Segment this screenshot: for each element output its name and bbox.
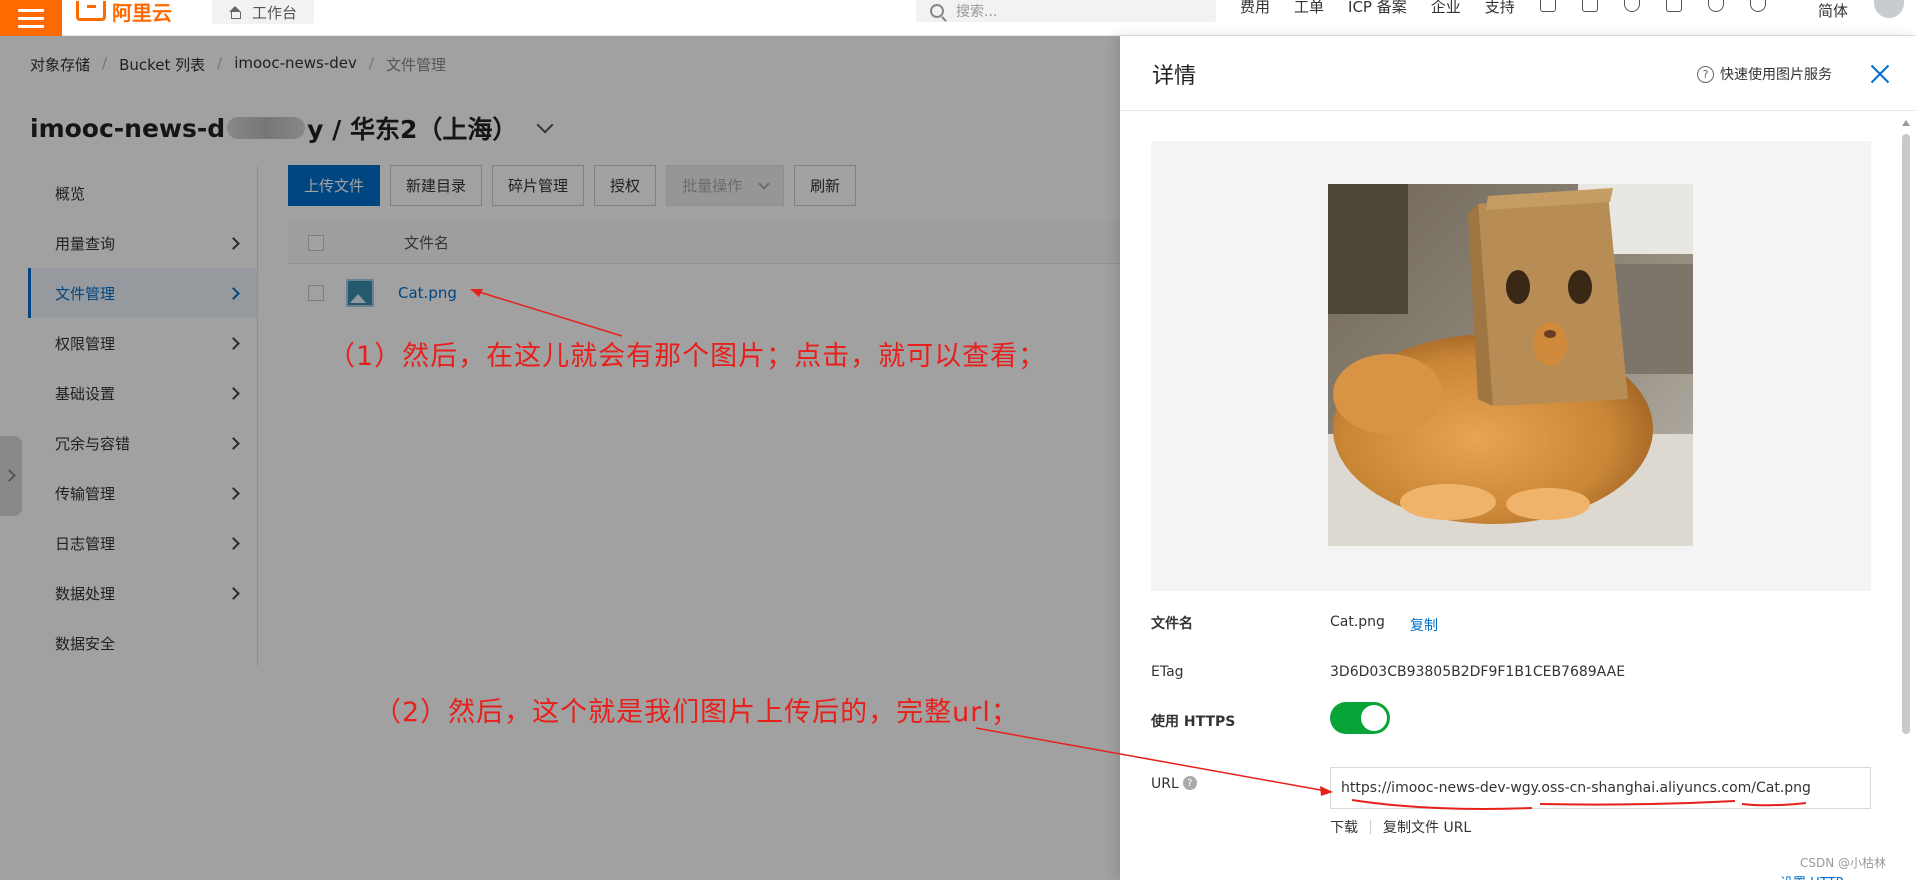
search-input[interactable]: 搜索... bbox=[916, 0, 1216, 22]
quick-image-service-link[interactable]: ? 快速使用图片服务 bbox=[1697, 64, 1832, 84]
filename-label: 文件名 bbox=[1151, 616, 1193, 632]
divider bbox=[1370, 820, 1371, 834]
top-nav-icp[interactable]: ICP 备案 bbox=[1348, 0, 1407, 15]
top-nav-billing[interactable]: 费用 bbox=[1240, 0, 1270, 15]
help-icon[interactable]: ? bbox=[1182, 776, 1197, 790]
bottom-link[interactable]: 设置 HTTP... bbox=[1780, 872, 1854, 880]
scroll-up-icon[interactable] bbox=[1902, 120, 1910, 126]
scrollbar-thumb[interactable] bbox=[1902, 134, 1910, 734]
top-icons bbox=[1540, 0, 1766, 12]
modal-overlay[interactable] bbox=[0, 36, 1120, 880]
copy-filename-link[interactable]: 复制 bbox=[1410, 615, 1438, 635]
bell-icon[interactable] bbox=[1624, 0, 1640, 12]
aliyun-logo[interactable]: 阿里云 bbox=[76, 0, 172, 25]
panel-header: 详情 ? 快速使用图片服务 bbox=[1120, 36, 1916, 111]
aliyun-logo-icon bbox=[76, 1, 106, 21]
top-nav-tickets[interactable]: 工单 bbox=[1294, 0, 1324, 15]
https-toggle[interactable] bbox=[1330, 702, 1390, 734]
annotation-note-2: （2）然后，这个就是我们图片上传后的，完整url； bbox=[374, 697, 1019, 728]
language-switch[interactable]: 简体 bbox=[1818, 0, 1848, 21]
quick-link-label: 快速使用图片服务 bbox=[1720, 67, 1832, 83]
etag-label: ETag bbox=[1151, 664, 1184, 680]
help-icon[interactable] bbox=[1750, 0, 1766, 12]
csdn-watermark: CSDN @小枯林 bbox=[1800, 856, 1887, 870]
hamburger-menu-icon[interactable] bbox=[0, 0, 62, 36]
top-nav-enterprise[interactable]: 企业 bbox=[1431, 0, 1461, 15]
workbench-label: 工作台 bbox=[252, 3, 298, 22]
download-link[interactable]: 下载 bbox=[1330, 817, 1358, 837]
detail-panel: 详情 ? 快速使用图片服务 文件名 Cat.png 复制 ETag 3D6D03… bbox=[1120, 36, 1916, 880]
avatar[interactable] bbox=[1874, 0, 1904, 18]
search-placeholder: 搜索... bbox=[956, 4, 998, 20]
top-nav-support[interactable]: 支持 bbox=[1485, 0, 1515, 15]
url-label: URL? bbox=[1151, 776, 1197, 792]
logo-text: 阿里云 bbox=[112, 0, 172, 25]
search-icon bbox=[930, 4, 944, 18]
lightbulb-icon[interactable] bbox=[1708, 0, 1724, 12]
top-nav: 费用 工单 ICP 备案 企业 支持 bbox=[1240, 0, 1515, 14]
annotation-note-1: （1）然后，在这儿就会有那个图片；点击，就可以查看； bbox=[328, 341, 1047, 372]
cart-icon[interactable] bbox=[1666, 0, 1682, 12]
image-preview bbox=[1151, 141, 1871, 591]
top-bar: 阿里云 工作台 搜索... 费用 工单 ICP 备案 企业 支持 简体 bbox=[0, 0, 1916, 36]
filename-value: Cat.png bbox=[1330, 614, 1385, 630]
url-label-text: URL bbox=[1151, 776, 1179, 792]
workbench-button[interactable]: 工作台 bbox=[212, 0, 314, 24]
question-icon: ? bbox=[1697, 65, 1714, 83]
home-icon bbox=[228, 6, 242, 19]
https-label: 使用 HTTPS bbox=[1151, 714, 1236, 730]
terminal-icon[interactable] bbox=[1582, 0, 1598, 12]
app-icon[interactable] bbox=[1540, 0, 1556, 12]
url-actions: 下载 复制文件 URL bbox=[1330, 817, 1471, 837]
etag-value: 3D6D03CB93805B2DF9F1B1CEB7689AAE bbox=[1330, 664, 1626, 680]
copy-url-link[interactable]: 复制文件 URL bbox=[1383, 817, 1471, 837]
panel-title: 详情 bbox=[1152, 64, 1197, 89]
panel-scrollbar[interactable] bbox=[1899, 120, 1913, 760]
url-field[interactable]: https://imooc-news-dev-wgy.oss-cn-shangh… bbox=[1330, 767, 1871, 809]
cat-photo bbox=[1328, 184, 1693, 546]
close-icon[interactable] bbox=[1870, 64, 1890, 84]
